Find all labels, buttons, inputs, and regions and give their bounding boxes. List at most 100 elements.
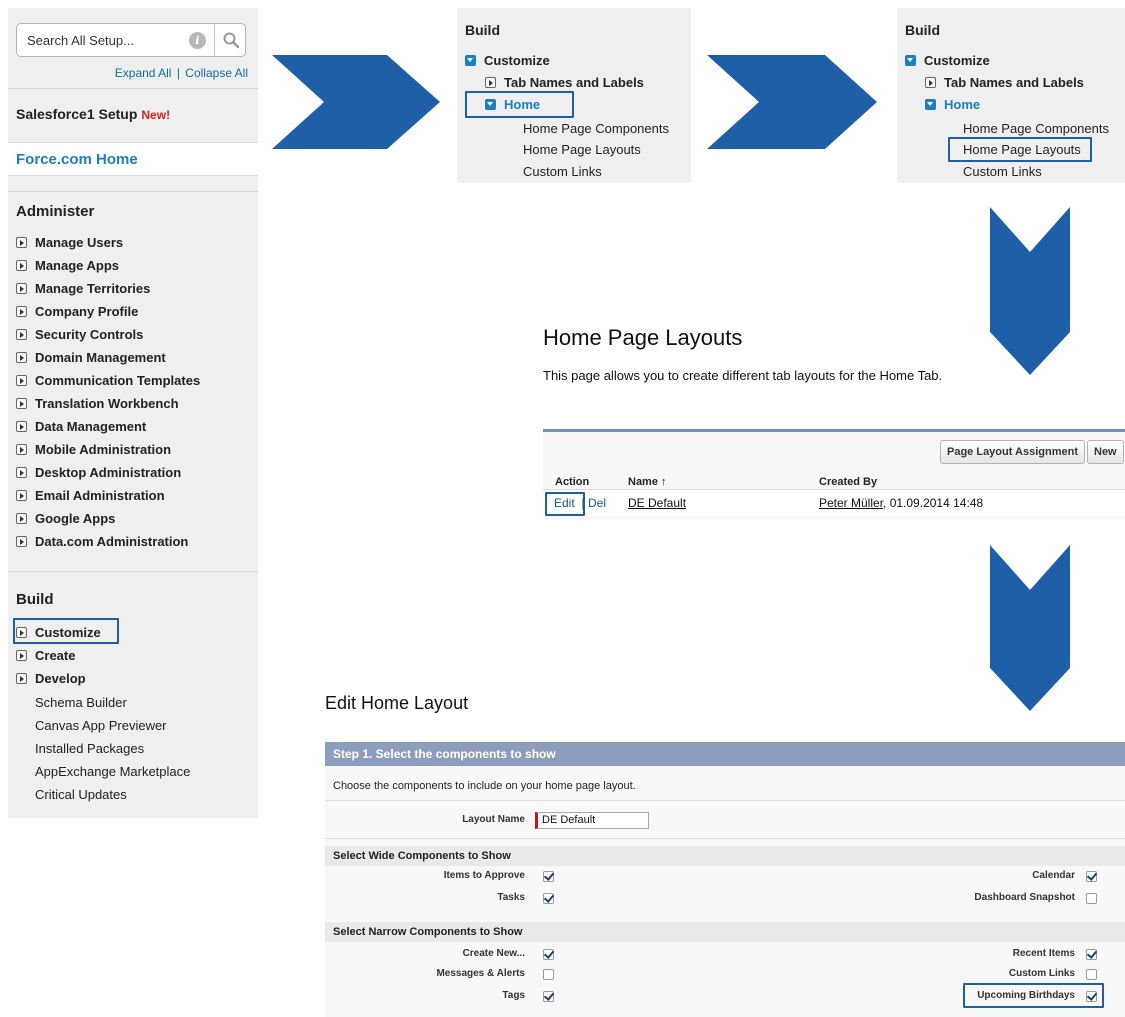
info-icon[interactable]: i <box>189 32 206 49</box>
tree-customize-label: Customize <box>484 53 550 68</box>
expand-arrow-icon[interactable] <box>16 374 27 386</box>
expand-arrow-icon[interactable] <box>16 443 27 455</box>
expand-arrow-icon[interactable] <box>16 351 27 363</box>
items-to-approve-checkbox[interactable] <box>543 871 554 882</box>
tree-link-custom-links[interactable]: Custom Links <box>963 164 1042 179</box>
customize-highlight-box <box>13 618 119 644</box>
tasks-checkbox[interactable] <box>543 893 554 904</box>
force-com-home-link[interactable]: Force.com Home <box>8 142 258 176</box>
tree-tab-names-and-labels[interactable]: Tab Names and Labels <box>925 75 1084 90</box>
build-menu-panel-1: Build Customize Tab Names and Labels Hom… <box>457 8 691 183</box>
sidebar-item-google-apps[interactable]: Google Apps <box>16 508 115 528</box>
sidebar-item-develop[interactable]: Develop <box>16 668 86 688</box>
column-header-created-by: Created By <box>819 476 878 488</box>
expand-arrow-icon[interactable] <box>16 282 27 294</box>
sidebar-item-security-controls[interactable]: Security Controls <box>16 324 143 344</box>
wide-components-heading: Select Wide Components to Show <box>325 846 1125 866</box>
sidebar-item-label: Google Apps <box>35 510 116 526</box>
expand-arrow-icon[interactable] <box>16 649 27 661</box>
tree-home[interactable]: Home <box>925 97 980 112</box>
expand-arrow-icon[interactable] <box>16 489 27 501</box>
expand-arrow-icon[interactable] <box>16 259 27 271</box>
tree-customize[interactable]: Customize <box>905 53 990 68</box>
expand-arrow-icon[interactable] <box>925 77 936 88</box>
custom-links-checkbox[interactable] <box>1086 969 1097 980</box>
checkbox-label: Custom Links <box>1008 968 1075 979</box>
search-icon[interactable] <box>222 31 240 54</box>
sidebar-item-translation-workbench[interactable]: Translation Workbench <box>16 393 179 413</box>
sidebar-item-domain-management[interactable]: Domain Management <box>16 347 166 367</box>
sidebar-item-manage-apps[interactable]: Manage Apps <box>16 255 119 275</box>
new-button[interactable]: New <box>1087 440 1124 464</box>
sidebar-item-label: Company Profile <box>35 303 139 319</box>
search-divider <box>214 24 215 56</box>
expand-arrow-icon[interactable] <box>16 397 27 409</box>
sidebar-item-create[interactable]: Create <box>16 645 75 665</box>
sidebar-item-mobile-administration[interactable]: Mobile Administration <box>16 439 171 459</box>
recent-items-checkbox[interactable] <box>1086 949 1097 960</box>
sidebar-link-critical-updates[interactable]: Critical Updates <box>35 787 127 802</box>
layout-name-input[interactable]: DE Default <box>535 812 649 829</box>
edit-layout-form: Step 1. Select the components to show Ch… <box>325 742 1125 1017</box>
sidebar-item-desktop-administration[interactable]: Desktop Administration <box>16 462 181 482</box>
collapse-arrow-icon[interactable] <box>925 99 936 110</box>
expand-arrow-icon[interactable] <box>16 672 27 684</box>
created-by-cell: Peter Müller, 01.09.2014 14:48 <box>819 496 983 510</box>
sidebar-link-installed-packages[interactable]: Installed Packages <box>35 741 144 756</box>
page-layout-assignment-button[interactable]: Page Layout Assignment <box>940 440 1086 464</box>
sidebar-link-appexchange-marketplace[interactable]: AppExchange Marketplace <box>35 764 190 779</box>
layout-name-link[interactable]: DE Default <box>628 496 686 510</box>
sidebar-item-manage-users[interactable]: Manage Users <box>16 232 123 252</box>
create-new-checkbox[interactable] <box>543 949 554 960</box>
expand-arrow-icon[interactable] <box>16 305 27 317</box>
sidebar-item-communication-templates[interactable]: Communication Templates <box>16 370 200 390</box>
checkbox-label: Messages & Alerts <box>436 968 525 979</box>
layouts-table: Page Layout Assignment New Action Name ↑… <box>543 429 1125 519</box>
tree-link-home-page-components[interactable]: Home Page Components <box>523 121 669 136</box>
expand-arrow-icon[interactable] <box>16 328 27 340</box>
expand-arrow-icon[interactable] <box>16 535 27 547</box>
collapse-arrow-icon[interactable] <box>465 55 476 66</box>
delete-link[interactable]: Del <box>588 496 606 510</box>
sidebar-item-label: Manage Users <box>35 234 124 250</box>
sidebar-item-label: Domain Management <box>35 349 166 365</box>
sidebar-item-company-profile[interactable]: Company Profile <box>16 301 138 321</box>
calendar-checkbox[interactable] <box>1086 871 1097 882</box>
sidebar-item-label: Email Administration <box>35 487 165 503</box>
tree-customize[interactable]: Customize <box>465 53 550 68</box>
expand-all-link[interactable]: Expand All <box>115 66 172 80</box>
step-header: Step 1. Select the components to show <box>325 742 1125 766</box>
salesforce1-setup-label: Salesforce1 Setup <box>16 106 138 122</box>
right-arrow-icon <box>272 55 440 149</box>
sidebar-item-data-management[interactable]: Data Management <box>16 416 146 436</box>
tags-checkbox[interactable] <box>543 991 554 1002</box>
expand-arrow-icon[interactable] <box>16 512 27 524</box>
sidebar-item-email-administration[interactable]: Email Administration <box>16 485 165 505</box>
sidebar-item-label: Manage Territories <box>35 280 151 296</box>
expand-arrow-icon[interactable] <box>16 466 27 478</box>
tree-tab-names-and-labels[interactable]: Tab Names and Labels <box>485 75 644 90</box>
expand-arrow-icon[interactable] <box>16 420 27 432</box>
messages-alerts-checkbox[interactable] <box>543 969 554 980</box>
search-input[interactable]: Search All Setup... <box>27 33 134 48</box>
tree-link-home-page-layouts[interactable]: Home Page Layouts <box>523 142 641 157</box>
edit-layout-title: Edit Home Layout <box>325 693 469 713</box>
link-separator: | <box>176 66 180 80</box>
created-by-user-link[interactable]: Peter Müller <box>819 496 883 510</box>
sidebar-item-manage-territories[interactable]: Manage Territories <box>16 278 150 298</box>
dashboard-snapshot-checkbox[interactable] <box>1086 893 1097 904</box>
setup-search-box[interactable]: Search All Setup... i <box>16 23 246 57</box>
column-header-name[interactable]: Name ↑ <box>628 476 667 488</box>
collapse-arrow-icon[interactable] <box>905 55 916 66</box>
tree-link-custom-links[interactable]: Custom Links <box>523 164 602 179</box>
divider <box>8 571 258 572</box>
expand-arrow-icon[interactable] <box>485 77 496 88</box>
salesforce1-setup-link[interactable]: Salesforce1 Setup New! <box>16 106 170 122</box>
sidebar-link-schema-builder[interactable]: Schema Builder <box>35 695 127 710</box>
sidebar-link-canvas-app-previewer[interactable]: Canvas App Previewer <box>35 718 167 733</box>
sidebar-item-data-com-administration[interactable]: Data.com Administration <box>16 531 188 551</box>
panel-build-heading: Build <box>465 22 500 38</box>
tree-link-home-page-components[interactable]: Home Page Components <box>963 121 1109 136</box>
expand-arrow-icon[interactable] <box>16 236 27 248</box>
collapse-all-link[interactable]: Collapse All <box>185 66 248 80</box>
